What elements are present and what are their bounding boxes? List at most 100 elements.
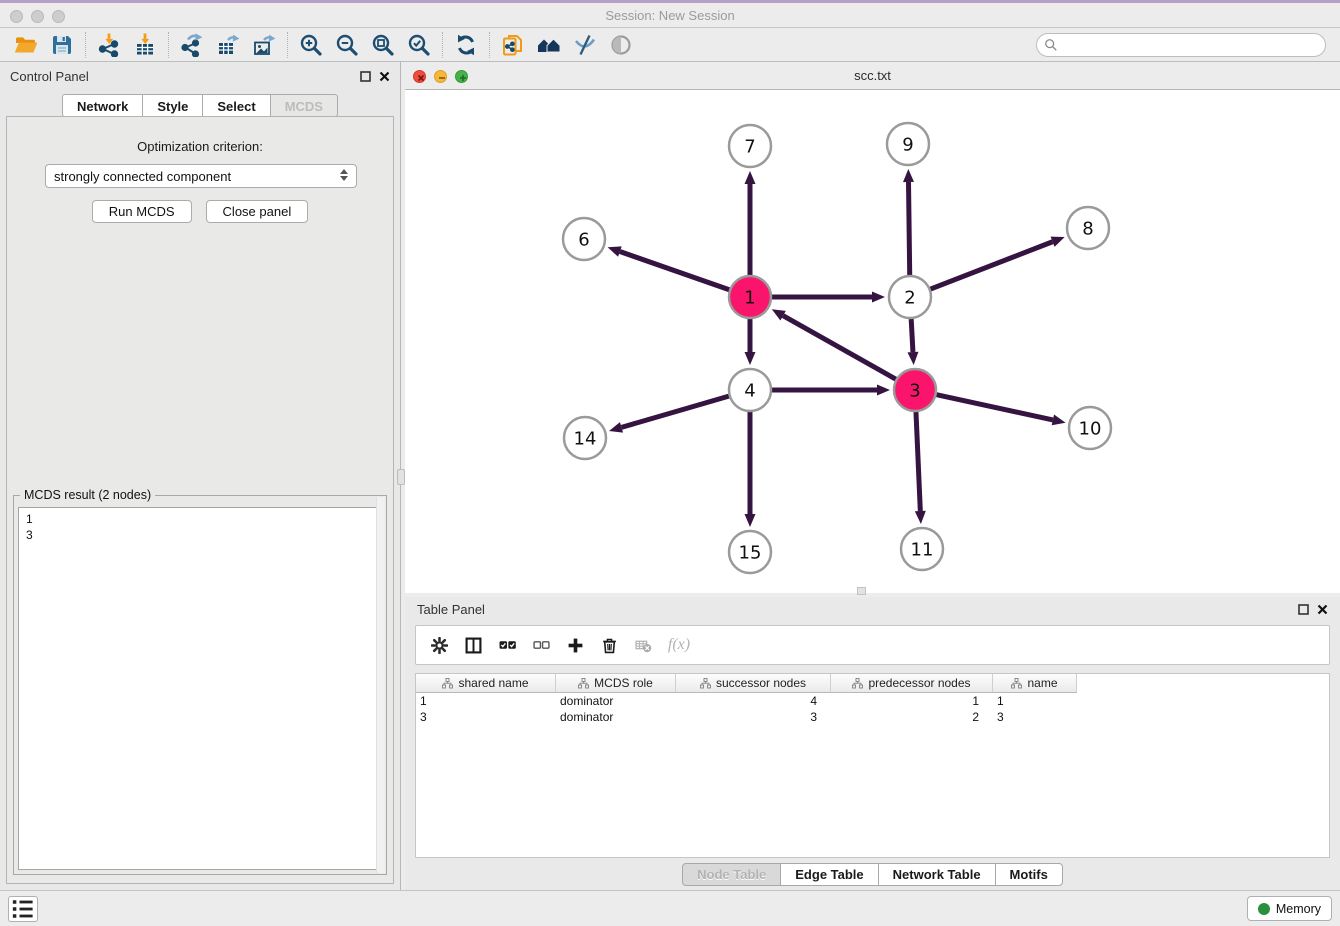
close-window-icon[interactable] <box>10 10 23 23</box>
column-label: successor nodes <box>716 676 806 690</box>
graph-edge-4-14[interactable] <box>621 396 728 427</box>
close-panel-button[interactable]: Close panel <box>206 200 309 223</box>
maximize-window-icon[interactable] <box>52 10 65 23</box>
zoom-in-icon[interactable] <box>293 30 329 60</box>
table-row[interactable]: 3dominator323 <box>416 709 1329 725</box>
toolbar-separator <box>287 32 288 58</box>
add-column-icon[interactable] <box>560 630 590 660</box>
graph-node-label: 2 <box>904 288 915 309</box>
mcds-result-text[interactable]: 13 <box>18 507 382 870</box>
graph-edge-3-1[interactable] <box>783 316 896 380</box>
column-header-shared-name[interactable]: shared name <box>416 674 556 693</box>
node-table[interactable]: shared name MCDS role successor nodes prede… <box>415 673 1330 858</box>
horizontal-splitter[interactable] <box>401 593 1340 597</box>
window-controls[interactable] <box>10 10 65 23</box>
column-tree-icon <box>700 678 711 689</box>
mcds-result-title: MCDS result (2 nodes) <box>20 488 155 502</box>
column-layout-icon[interactable] <box>458 630 488 660</box>
result-scrollbar[interactable] <box>376 497 385 873</box>
control-panel: Control Panel NetworkStyleSelectMCDS Opt… <box>0 62 401 890</box>
column-tree-icon <box>1011 678 1022 689</box>
edge-arrowhead <box>915 511 926 524</box>
show-graphics-icon[interactable] <box>603 30 639 60</box>
table-cell: 1 <box>831 693 993 709</box>
duplicate-network-icon[interactable] <box>495 30 531 60</box>
export-image-icon[interactable] <box>246 30 282 60</box>
table-cell: 4 <box>676 693 831 709</box>
column-label: shared name <box>458 676 528 690</box>
homes-icon[interactable] <box>531 30 567 60</box>
edge-arrowhead <box>877 385 890 396</box>
graph-node-label: 14 <box>574 429 597 450</box>
zoom-fit-icon[interactable] <box>365 30 401 60</box>
table-cell: 3 <box>993 709 1077 725</box>
network-canvas-svg: 7968124314101511 <box>405 90 1340 593</box>
edge-arrowhead <box>903 169 914 182</box>
float-panel-icon[interactable] <box>1298 604 1309 615</box>
select-stepper-icon <box>340 169 348 181</box>
edge-arrowhead <box>608 246 622 256</box>
refresh-icon[interactable] <box>448 30 484 60</box>
tab-style[interactable]: Style <box>142 94 203 117</box>
close-panel-icon[interactable] <box>379 71 390 82</box>
tab-mcds[interactable]: MCDS <box>270 94 338 117</box>
table-cell: dominator <box>556 693 676 709</box>
zoom-selected-icon[interactable] <box>401 30 437 60</box>
tab-motifs[interactable]: Motifs <box>995 863 1063 886</box>
export-network-icon[interactable] <box>174 30 210 60</box>
table-cell: 3 <box>416 709 556 725</box>
hide-columns-icon[interactable] <box>526 630 556 660</box>
edge-arrowhead <box>745 514 756 527</box>
import-table-icon[interactable] <box>127 30 163 60</box>
save-icon[interactable] <box>44 30 80 60</box>
search-input[interactable] <box>1036 33 1326 57</box>
column-header-predecessor-nodes[interactable]: predecessor nodes <box>831 674 993 693</box>
splitter-grip[interactable] <box>397 469 405 485</box>
tab-select[interactable]: Select <box>202 94 270 117</box>
tab-edge-table[interactable]: Edge Table <box>780 863 878 886</box>
graph-node-label: 4 <box>744 381 755 402</box>
table-row[interactable]: 1dominator411 <box>416 693 1329 709</box>
graph-node-label: 8 <box>1082 219 1093 240</box>
close-panel-icon[interactable] <box>1317 604 1328 615</box>
gear-icon[interactable] <box>424 630 454 660</box>
float-panel-icon[interactable] <box>360 71 371 82</box>
optimization-criterion-select[interactable]: strongly connected component <box>45 164 357 188</box>
graph-edge-2-3[interactable] <box>911 319 913 352</box>
column-header-name[interactable]: name <box>993 674 1077 693</box>
table-cell: 1 <box>416 693 556 709</box>
close-network-icon[interactable] <box>413 70 426 83</box>
minimize-window-icon[interactable] <box>31 10 44 23</box>
graph-edge-2-9[interactable] <box>908 182 909 275</box>
status-bar: Memory <box>0 890 1340 926</box>
column-header-MCDS-role[interactable]: MCDS role <box>556 674 676 693</box>
column-tree-icon <box>442 678 453 689</box>
tab-node-table[interactable]: Node Table <box>682 863 781 886</box>
memory-button[interactable]: Memory <box>1247 896 1332 921</box>
task-history-button[interactable] <box>8 896 38 922</box>
tab-network-table[interactable]: Network Table <box>878 863 996 886</box>
graph-node-label: 15 <box>739 543 762 564</box>
optimization-criterion-label: Optimization criterion: <box>7 139 393 154</box>
open-folder-icon[interactable] <box>8 30 44 60</box>
graph-edge-2-8[interactable] <box>931 242 1053 289</box>
search-box <box>1036 33 1326 57</box>
run-mcds-button[interactable]: Run MCDS <box>92 200 192 223</box>
column-header-successor-nodes[interactable]: successor nodes <box>676 674 831 693</box>
graph-edge-3-10[interactable] <box>936 395 1052 420</box>
delete-column-icon[interactable] <box>594 630 624 660</box>
tab-network[interactable]: Network <box>62 94 143 117</box>
import-network-icon[interactable] <box>91 30 127 60</box>
show-columns-icon[interactable] <box>492 630 522 660</box>
export-table-icon[interactable] <box>210 30 246 60</box>
minimize-network-icon[interactable] <box>434 70 447 83</box>
hide-visibility-icon[interactable] <box>567 30 603 60</box>
maximize-network-icon[interactable] <box>455 70 468 83</box>
network-canvas[interactable]: 7968124314101511 <box>405 90 1340 593</box>
graph-edge-3-11[interactable] <box>916 412 920 511</box>
network-window-titlebar[interactable]: scc.txt <box>405 62 1340 90</box>
splitter-grip[interactable] <box>857 587 866 595</box>
zoom-out-icon[interactable] <box>329 30 365 60</box>
graph-node-label: 7 <box>744 137 755 158</box>
graph-edge-1-6[interactable] <box>620 252 729 290</box>
